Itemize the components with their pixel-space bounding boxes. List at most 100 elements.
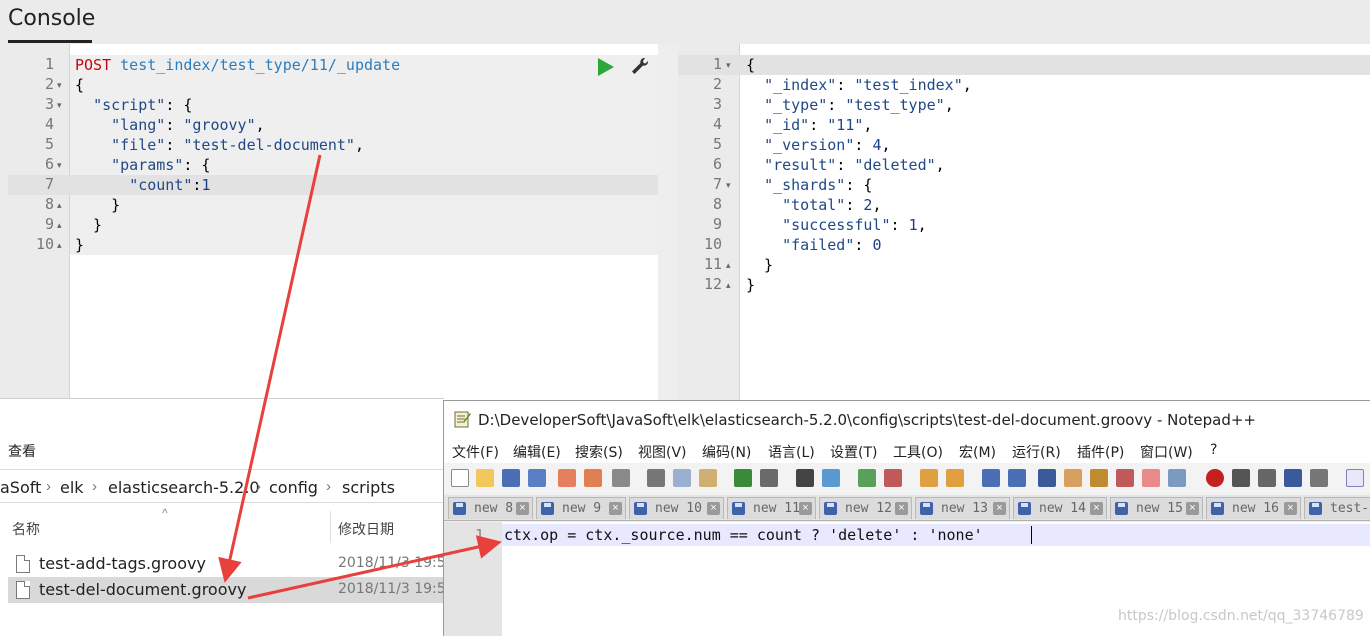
close-icon[interactable]: × [799,502,812,515]
menu-help[interactable]: ? [1210,442,1217,458]
menu-search[interactable]: 搜索(S) [575,442,623,462]
menu-run[interactable]: 运行(R) [1012,442,1061,462]
tab-new-15[interactable]: new 15 × [1110,497,1203,519]
menu-plugins[interactable]: 插件(P) [1077,442,1124,462]
fold-close-icon[interactable]: ▴ [57,195,62,215]
sync-horizontal-icon[interactable] [946,469,964,487]
menu-window[interactable]: 窗口(W) [1140,442,1193,462]
tab-new-14[interactable]: new 14 × [1013,497,1107,519]
play-icon[interactable] [598,58,614,76]
cut-icon[interactable] [647,469,665,487]
tab-test-[interactable]: test- [1304,497,1370,519]
notepad-titlebar[interactable]: D:\DeveloperSoft\JavaSoft\elk\elasticsea… [444,401,1370,437]
stop-macro-icon[interactable] [1232,469,1250,487]
file-row[interactable]: test-add-tags.groovy 2018/11/3 19:5 [8,551,446,577]
menu-tools[interactable]: 工具(O) [893,442,943,462]
line-number: 5 [44,135,54,153]
breadcrumb-item[interactable]: scripts [342,478,395,497]
find-icon[interactable] [796,469,814,487]
fold-open-icon[interactable]: ▾ [726,55,731,75]
breadcrumb-item[interactable]: elk [60,478,84,497]
request-editor[interactable]: 1 POST test_index/test_type/11/_update 2 ▾{… [0,44,658,400]
fold-close-icon[interactable]: ▴ [57,235,62,255]
line-number: 7 [44,175,54,193]
monitoring-icon[interactable] [1168,469,1186,487]
sync-vertical-icon[interactable] [920,469,938,487]
menu-file[interactable]: 文件(F) [452,442,499,462]
tab-new-13[interactable]: new 13 × [915,497,1010,519]
menu-settings[interactable]: 设置(T) [830,442,877,462]
zoom-in-icon[interactable] [858,469,876,487]
run-macro-multiple-icon[interactable] [1284,469,1302,487]
breadcrumb-item[interactable]: aSoft [0,478,41,497]
save-icon [1211,502,1224,515]
menu-macro[interactable]: 宏(M) [959,442,996,462]
tab-new-11[interactable]: new 11 × [727,497,816,519]
fold-open-icon[interactable]: ▾ [726,175,731,195]
undo-icon[interactable] [734,469,752,487]
fold-open-icon[interactable]: ▾ [57,95,62,115]
doc-map-icon[interactable] [1090,469,1108,487]
save-macro-icon[interactable] [1310,469,1328,487]
close-icon[interactable]: × [1090,502,1103,515]
indent-guide-icon[interactable] [1038,469,1056,487]
menu-edit[interactable]: 编辑(E) [513,442,561,462]
console-header: Console [0,0,1370,44]
record-macro-icon[interactable] [1206,469,1224,487]
menu-view[interactable]: 视图(V) [638,442,687,462]
close-icon[interactable]: × [895,502,908,515]
new-file-icon[interactable] [451,469,469,487]
close-all-icon[interactable] [584,469,602,487]
show-all-chars-icon[interactable] [1008,469,1026,487]
close-icon[interactable]: × [993,502,1006,515]
save-icon[interactable] [502,469,520,487]
redo-icon[interactable] [760,469,778,487]
paste-icon[interactable] [699,469,717,487]
lang-define-icon[interactable] [1064,469,1082,487]
fold-open-icon[interactable]: ▾ [57,155,62,175]
copy-icon[interactable] [673,469,691,487]
menu-encoding[interactable]: 编码(N) [702,442,751,462]
save-all-icon[interactable] [528,469,546,487]
close-icon[interactable]: × [609,502,622,515]
close-icon[interactable]: × [1186,502,1199,515]
word-wrap-icon[interactable] [982,469,1000,487]
replace-icon[interactable] [822,469,840,487]
file-date: 2018/11/3 19:5 [338,555,446,571]
address-bar[interactable]: aSoft › elk › elasticsearch-5.2.0 › conf… [0,469,444,503]
open-folder-icon[interactable] [476,469,494,487]
code-line: "_index": "test_index", [764,76,972,94]
breadcrumb-item[interactable]: config [269,478,318,497]
code-line: "total": 2, [782,196,882,214]
fold-close-icon[interactable]: ▴ [57,215,62,235]
fold-close-icon[interactable]: ▴ [726,255,731,275]
spell-check-icon[interactable] [1346,469,1364,487]
print-icon[interactable] [612,469,630,487]
tab-new-8[interactable]: new 8 × [448,497,533,519]
menu-language[interactable]: 语言(L) [768,442,815,462]
tab-new-16[interactable]: new 16 × [1206,497,1301,519]
tab-new-12[interactable]: new 12 × [819,497,912,519]
tab-new-10[interactable]: new 10 × [629,497,724,519]
function-list-icon[interactable] [1116,469,1134,487]
fold-close-icon[interactable]: ▴ [726,275,731,295]
breadcrumb-item[interactable]: elasticsearch-5.2.0 [108,478,260,497]
console-tab[interactable]: Console [8,6,95,31]
file-row-selected[interactable]: test-del-document.groovy 2018/11/3 19:5 [8,577,446,603]
close-icon[interactable]: × [707,502,720,515]
close-icon[interactable]: × [516,502,529,515]
close-icon[interactable]: × [1284,502,1297,515]
zoom-out-icon[interactable] [884,469,902,487]
play-macro-icon[interactable] [1258,469,1276,487]
column-divider[interactable] [330,511,331,543]
column-header-name[interactable]: 名称 [12,519,40,539]
tab-new-9[interactable]: new 9 × [536,497,626,519]
column-header-date[interactable]: 修改日期 [338,519,394,539]
fold-open-icon[interactable]: ▾ [57,75,62,95]
wrench-icon[interactable] [630,56,650,76]
folder-workspace-icon[interactable] [1142,469,1160,487]
close-file-icon[interactable] [558,469,576,487]
response-editor[interactable]: 1 ▾{2 "_index": "test_index", 3 "_type": "… [678,44,1370,400]
editor-divider[interactable] [658,44,678,400]
view-menu[interactable]: 查看 [8,441,36,461]
